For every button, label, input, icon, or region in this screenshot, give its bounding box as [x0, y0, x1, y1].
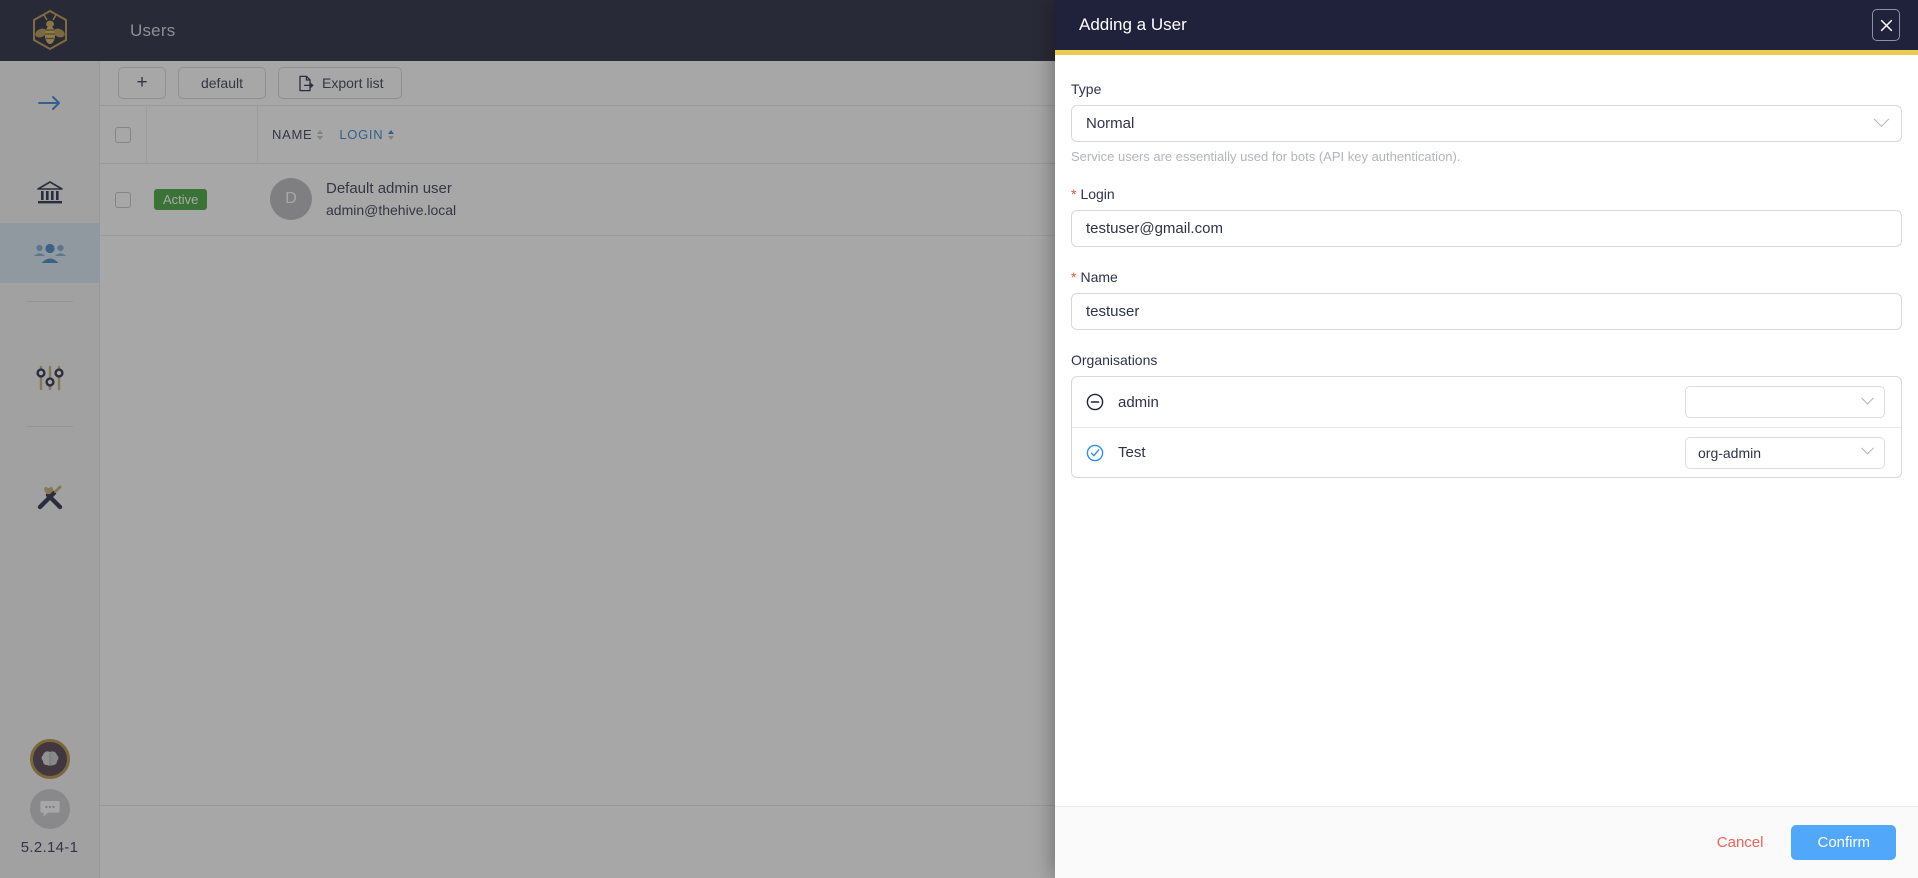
name-field: * Name — [1071, 269, 1902, 330]
row-status-cell: Active — [146, 189, 256, 210]
sidebar: 5.2.14-1 — [0, 61, 100, 878]
users-icon — [33, 243, 66, 263]
sidebar-divider-2 — [26, 426, 73, 427]
list-item[interactable]: Test org-admin — [1072, 427, 1901, 477]
organisation-name: Test — [1118, 444, 1146, 461]
minus-circle-icon[interactable] — [1086, 393, 1104, 411]
row-select-cell — [100, 191, 146, 208]
modal-header: Adding a User — [1055, 0, 1918, 50]
add-user-modal: Adding a User Type Normal Service users … — [1055, 0, 1918, 878]
required-asterisk-icon: * — [1071, 186, 1077, 202]
cancel-button[interactable]: Cancel — [1713, 828, 1768, 857]
type-label: Type — [1071, 81, 1102, 97]
organisations-list: admin Test org-admin — [1071, 376, 1902, 478]
organisation-role-select[interactable] — [1685, 386, 1885, 418]
confirm-button[interactable]: Confirm — [1791, 825, 1896, 860]
sliders-icon — [35, 365, 64, 391]
plus-icon: + — [136, 72, 148, 93]
select-all-cell — [100, 126, 146, 143]
sidebar-item-nav-expand[interactable] — [0, 73, 100, 133]
organisation-role-value: org-admin — [1698, 444, 1762, 461]
name-input-wrap[interactable] — [1071, 293, 1902, 330]
type-hint: Service users are essentially used for b… — [1071, 149, 1461, 164]
chat-avatar-button[interactable] — [29, 789, 70, 829]
type-select-value: Normal — [1086, 115, 1135, 132]
check-circle-icon[interactable] — [1086, 444, 1104, 462]
required-asterisk-icon: * — [1071, 269, 1077, 285]
user-meta: Default admin user admin@thehive.local — [326, 178, 456, 220]
login-field: * Login — [1071, 186, 1902, 247]
bank-icon — [36, 181, 63, 204]
sidebar-item-nav-maintenance[interactable] — [0, 467, 100, 527]
close-x-glyph — [1880, 19, 1892, 31]
user-name: Default admin user — [326, 180, 452, 198]
type-select[interactable]: Normal — [1071, 105, 1902, 142]
login-label-text: Login — [1080, 186, 1115, 202]
column-header-login[interactable]: LOGIN — [339, 127, 383, 142]
default-filter-button[interactable]: default — [178, 67, 266, 99]
modal-footer: Cancel Confirm — [1055, 806, 1918, 878]
add-user-button[interactable]: + — [118, 67, 166, 99]
brain-avatar-button[interactable] — [29, 739, 70, 779]
name-sort-icon[interactable] — [317, 129, 324, 140]
export-file-icon — [299, 75, 314, 91]
sidebar-divider-1 — [26, 301, 73, 302]
row-checkbox[interactable] — [115, 191, 131, 208]
column-header-name[interactable]: NAME — [272, 127, 312, 142]
login-sort-icon[interactable] — [388, 129, 395, 140]
user-login: admin@thehive.local — [326, 202, 457, 219]
login-input-wrap[interactable] — [1071, 210, 1902, 247]
chevron-down-icon — [1861, 391, 1874, 405]
avatar: D — [270, 178, 312, 221]
sidebar-item-nav-preferences[interactable] — [0, 348, 100, 408]
header-divider-1 — [146, 105, 147, 164]
export-list-label: Export list — [322, 75, 384, 91]
name-label: * Name — [1071, 269, 1902, 285]
type-field: Type Normal Service users are essentiall… — [1071, 81, 1902, 164]
login-input[interactable] — [1086, 220, 1887, 237]
name-label-text: Name — [1080, 269, 1118, 285]
close-icon[interactable] — [1872, 9, 1900, 41]
organisation-role-select[interactable]: org-admin — [1685, 436, 1885, 469]
name-input[interactable] — [1086, 303, 1887, 320]
select-all-checkbox[interactable] — [115, 126, 131, 143]
arrow-right-icon — [37, 96, 60, 110]
app-logo[interactable] — [0, 0, 100, 61]
chat-bubble-icon — [39, 801, 60, 817]
bee-hexagon-logo-icon — [33, 9, 67, 50]
page-title: Users — [130, 20, 176, 40]
organisations-label: Organisations — [1071, 352, 1158, 368]
modal-body: Type Normal Service users are essentiall… — [1055, 55, 1918, 806]
chevron-down-icon — [1861, 441, 1874, 455]
version-label: 5.2.14-1 — [20, 839, 79, 856]
login-label: * Login — [1071, 186, 1902, 202]
organisation-name: admin — [1118, 393, 1159, 411]
tools-icon — [37, 485, 62, 510]
sidebar-item-nav-users[interactable] — [0, 223, 100, 283]
modal-title: Adding a User — [1079, 15, 1187, 34]
chevron-down-icon — [1873, 111, 1890, 128]
sidebar-item-nav-organisations[interactable] — [0, 163, 100, 223]
list-item[interactable]: admin — [1072, 377, 1901, 427]
export-list-button[interactable]: Export list — [278, 67, 403, 99]
default-filter-label: default — [200, 75, 244, 91]
brain-icon — [41, 751, 58, 766]
organisations-field: Organisations admin Test org-admin — [1071, 352, 1902, 478]
status-badge: Active — [154, 189, 208, 210]
